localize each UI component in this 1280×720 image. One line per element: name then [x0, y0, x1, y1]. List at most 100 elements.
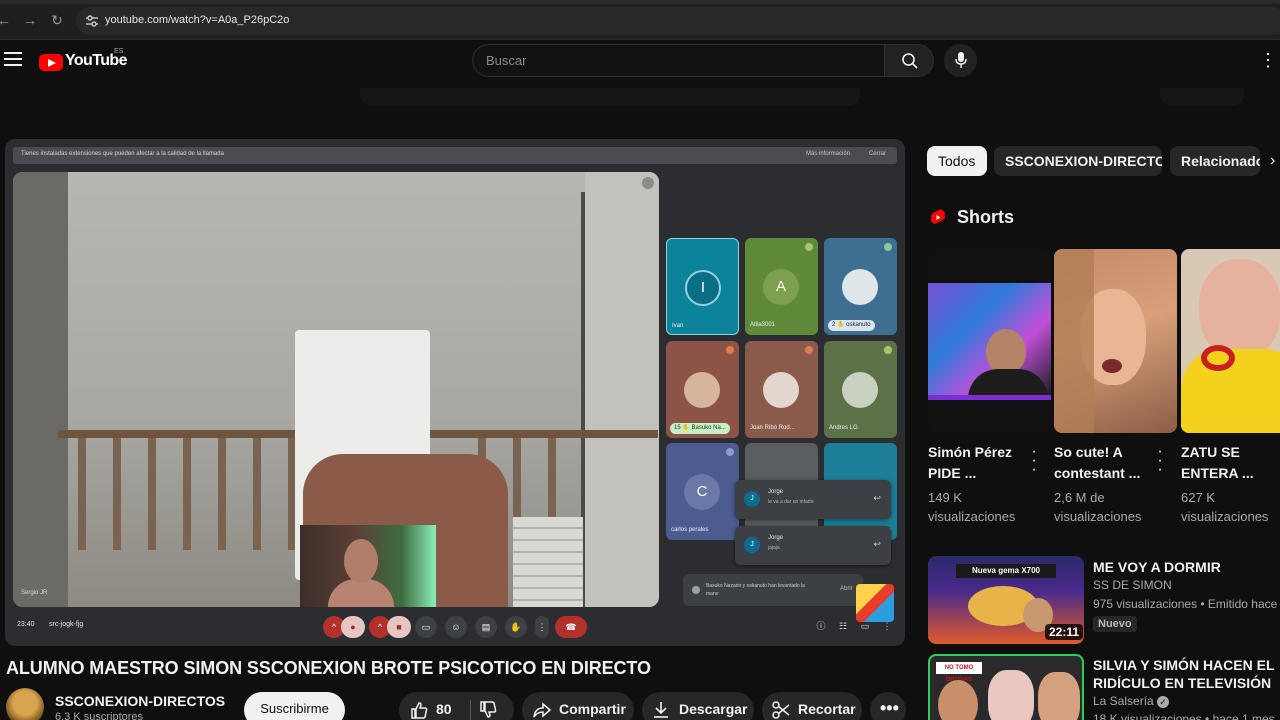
meeting-controls: 23:40 src-jogk-fjg ^ ● ^ ■ ▭ ☺ ▤ ✋ ⋮ ☎ ⓘ… [5, 611, 905, 646]
hand-raise-notification: Basuko Nazario y oskanuto han levantado … [683, 574, 863, 606]
shorts-icon [931, 209, 945, 224]
channel-name[interactable]: SS DE SIMON [1093, 578, 1172, 592]
short-title[interactable]: Simón Pérez PIDE ... [928, 442, 1028, 484]
youtube-play-icon [39, 54, 63, 71]
more-vert-icon: ⋮ [537, 622, 547, 632]
short-menu-icon[interactable]: · · · [1028, 444, 1040, 478]
participant-tile: Andres LG [824, 341, 897, 438]
short-thumbnail[interactable] [1181, 249, 1280, 433]
search-placeholder: Buscar [486, 53, 527, 68]
search-input[interactable]: Buscar [472, 44, 884, 77]
hand-raise-text: Basuko Nazario y oskanuto han levantado … [706, 583, 805, 597]
mic-indicator-icon [726, 346, 734, 354]
video-title[interactable]: ME VOY A DORMIR [1093, 558, 1280, 576]
emoji-button[interactable]: ☺ [445, 616, 467, 638]
hand-raised-badge: 2 ✋ oskanuto [828, 320, 875, 331]
mic-indicator-icon [884, 346, 892, 354]
camera-options-icon [642, 177, 654, 189]
chevron-right-icon[interactable]: › [1270, 151, 1280, 171]
short-title[interactable]: ZATU SE ENTERA ... [1181, 442, 1280, 484]
participant-name: oskanuto [846, 322, 871, 328]
emoji-icon: ☺ [451, 622, 461, 632]
camera-off-icon: ■ [396, 622, 402, 632]
short-title[interactable]: So cute! A contestant ... [1054, 442, 1154, 484]
raise-hand-button[interactable]: ✋ [505, 616, 527, 638]
shorts-title: Shorts [957, 207, 1015, 227]
site-settings-icon[interactable] [84, 13, 100, 29]
mic-indicator-icon [805, 346, 813, 354]
url-text[interactable]: youtube.com/watch?v=A0a_P26pC2o [105, 14, 289, 26]
browser-toolbar: ← → ↻ youtube.com/watch?v=A0a_P26pC2o [0, 0, 1280, 40]
chip-related[interactable]: Relacionados [1170, 146, 1260, 176]
banner-message: Tienes instaladas extensiones que pueden… [21, 151, 224, 157]
country-code: ES [114, 48, 124, 55]
short-views: 149 K visualizaciones [928, 490, 1016, 524]
thumbs-down-icon[interactable] [478, 700, 498, 720]
mic-toggle-button[interactable]: ● [341, 616, 365, 638]
video-title[interactable]: SILVIA Y SIMÓN HACEN EL RIDÍCULO EN TELE… [1093, 656, 1280, 692]
menu-icon[interactable] [4, 52, 22, 68]
chat-notification[interactable]: J Jorge jajaja ↩ [735, 526, 891, 565]
more-actions-button[interactable]: ••• [870, 692, 906, 720]
reply-icon[interactable]: ↩ [873, 493, 881, 504]
participant-name: Basuko Na... [691, 425, 726, 431]
video-meta: 975 visualizaciones • Emitido hace 1 d [1093, 597, 1280, 611]
participant-name: Joan Ribó Rod... [750, 425, 795, 431]
participant-avatar [842, 269, 878, 305]
chip-all[interactable]: Todos [927, 146, 987, 176]
hand-raise-open[interactable]: Abrir [840, 586, 853, 592]
address-bar[interactable]: youtube.com/watch?v=A0a_P26pC2o [76, 7, 1280, 35]
like-count[interactable]: 80 [436, 701, 452, 717]
main-participant-name: Sergio JR [21, 590, 48, 596]
camera-toggle-button[interactable]: ■ [387, 616, 411, 638]
people-icon[interactable]: ☷ [837, 620, 849, 632]
captions-button[interactable]: ▭ [415, 616, 437, 638]
participant-initial: C [684, 474, 720, 510]
thumbs-up-icon[interactable] [409, 700, 429, 720]
download-button[interactable]: Descargar [642, 692, 754, 720]
end-call-button[interactable]: ☎ [555, 616, 587, 638]
participant-name: carlos perales [671, 527, 709, 533]
search-button[interactable] [884, 44, 934, 77]
short-thumbnail[interactable] [928, 249, 1051, 433]
voice-search-button[interactable] [944, 44, 977, 77]
video-player[interactable]: Tienes instaladas extensiones que pueden… [5, 139, 905, 646]
subscribe-button[interactable]: Suscribirme [244, 692, 345, 720]
short-menu-icon[interactable]: · · · [1154, 444, 1166, 478]
scissors-icon [772, 701, 790, 719]
reply-icon[interactable]: ↩ [873, 539, 881, 550]
chip-channel[interactable]: SSCONEXION-DIRECTOS [994, 146, 1162, 176]
short-thumbnail[interactable] [1054, 249, 1177, 433]
video-thumbnail[interactable]: NO TOMO DROGAS [928, 654, 1084, 720]
clip-button[interactable]: Recortar [762, 692, 862, 720]
share-button[interactable]: Compartir [522, 692, 634, 720]
more-options-icon[interactable]: ⋮ [1256, 50, 1280, 70]
short-views: 627 K visualizaciones [1181, 490, 1269, 524]
chat-text: le va a dar un infarto [768, 499, 814, 505]
more-horiz-icon: ••• [880, 698, 899, 718]
tab-strip [0, 0, 1280, 4]
clip-label: Recortar [798, 701, 856, 717]
chat-icon[interactable]: ▭ [859, 620, 871, 632]
present-button[interactable]: ▤ [475, 616, 497, 638]
channel-name[interactable]: La Salsería ✓ [1093, 694, 1170, 708]
forward-icon[interactable]: → [20, 10, 40, 30]
back-icon[interactable]: ← [0, 10, 14, 30]
mic-icon [955, 52, 967, 68]
participant-avatar [763, 372, 799, 408]
mic-indicator-icon [884, 243, 892, 251]
faded-overlay [360, 88, 860, 106]
video-meta: 18 K visualizaciones • hace 1 mes [1093, 712, 1275, 720]
participant-initial: I [685, 270, 721, 306]
chat-notification[interactable]: J Jorge le va a dar un infarto ↩ [735, 480, 891, 519]
reload-icon[interactable]: ↻ [47, 10, 67, 30]
banner-close-link: Cerrar [869, 151, 887, 157]
info-icon[interactable]: ⓘ [815, 620, 827, 632]
participant-name: Andres LG [829, 425, 858, 431]
participant-name: Ivan [672, 323, 684, 329]
channel-avatar[interactable] [6, 688, 44, 720]
channel-name-text: La Salsería [1093, 694, 1154, 708]
more-options-button[interactable]: ⋮ [535, 616, 549, 638]
activities-icon[interactable]: ⋮ [881, 620, 893, 632]
channel-name[interactable]: SSCONEXION-DIRECTOS [55, 693, 225, 709]
